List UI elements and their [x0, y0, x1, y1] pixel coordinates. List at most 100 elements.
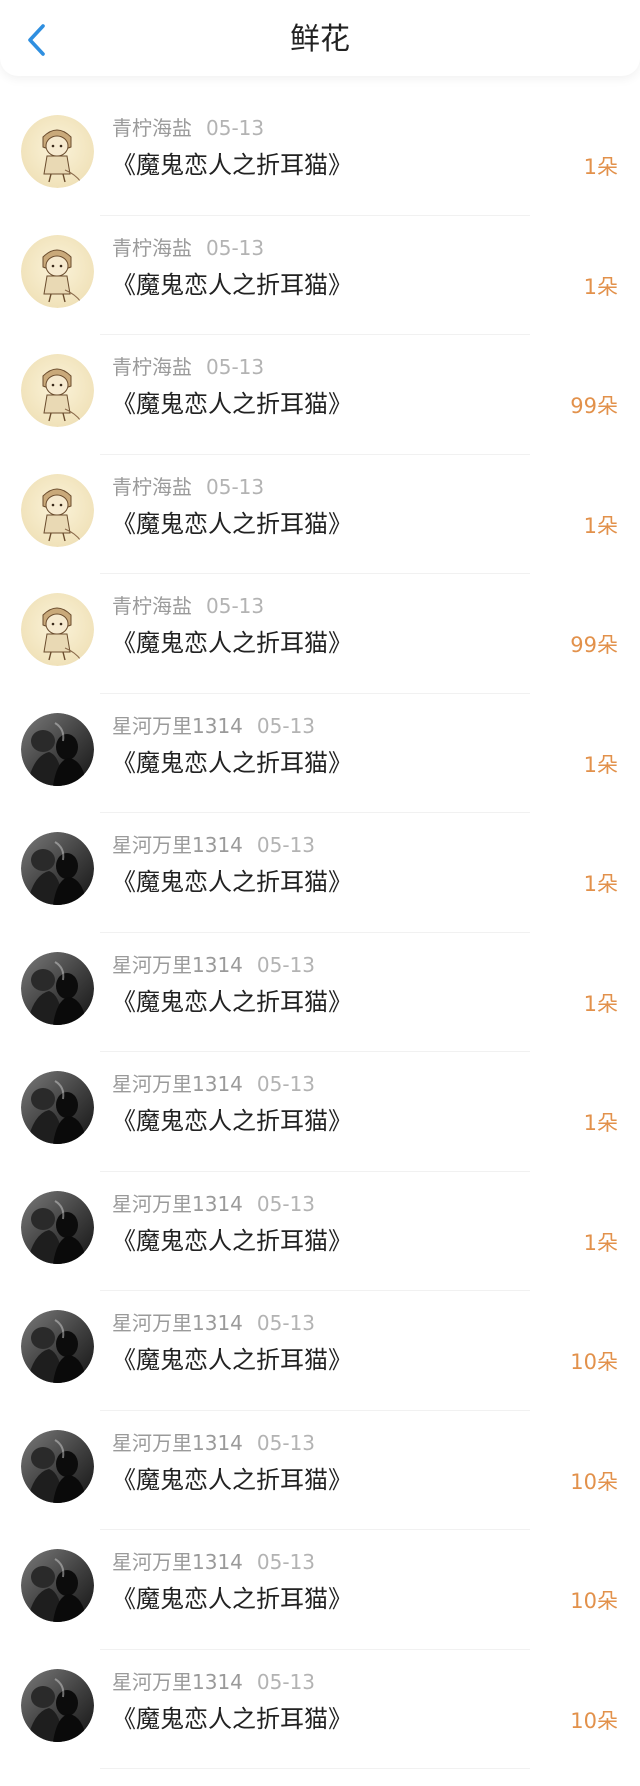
- book-title[interactable]: 《魔鬼恋人之折耳猫》: [112, 1582, 352, 1616]
- date: 05-13: [256, 952, 316, 977]
- date: 05-13: [206, 594, 265, 618]
- anime-boy-avatar[interactable]: [21, 234, 94, 308]
- silhouette-couple-avatar[interactable]: [21, 1190, 94, 1264]
- item-meta: 星河万里1314 05-13: [112, 1070, 315, 1098]
- date: 05-13: [256, 1550, 316, 1574]
- silhouette-couple-avatar[interactable]: [21, 1549, 94, 1622]
- username[interactable]: 青柠海盐: [112, 236, 192, 260]
- item-meta: 星河万里1314 05-13: [112, 831, 315, 859]
- date: 05-13: [206, 235, 265, 260]
- username[interactable]: 星河万里1314: [112, 833, 243, 857]
- flower-count: 1朵: [583, 752, 618, 777]
- silhouette-couple-avatar[interactable]: [21, 951, 94, 1025]
- list-item[interactable]: 星河万里1314 05-13 《魔鬼恋人之折耳猫》 1朵: [0, 1172, 640, 1292]
- username[interactable]: 星河万里1314: [112, 1670, 243, 1694]
- date: 05-13: [256, 1191, 316, 1216]
- book-title[interactable]: 《魔鬼恋人之折耳猫》: [112, 1343, 352, 1377]
- flower-count: 10朵: [570, 1350, 618, 1374]
- username[interactable]: 星河万里1314: [112, 714, 243, 738]
- top-bar: 鲜花: [0, 0, 640, 76]
- list-item[interactable]: 青柠海盐 05-13 《魔鬼恋人之折耳猫》 1朵: [0, 455, 640, 575]
- list-item[interactable]: 星河万里1314 05-13 《魔鬼恋人之折耳猫》 10朵: [0, 1530, 640, 1650]
- item-meta: 星河万里1314 05-13: [112, 951, 315, 979]
- list-item[interactable]: 星河万里1314 05-13 《魔鬼恋人之折耳猫》 10朵: [0, 1411, 640, 1531]
- item-meta: 青柠海盐 05-13: [112, 234, 264, 262]
- book-title[interactable]: 《魔鬼恋人之折耳猫》: [112, 268, 352, 302]
- silhouette-couple-avatar[interactable]: [21, 1310, 94, 1383]
- anime-boy-avatar[interactable]: [21, 115, 94, 188]
- flower-count: 99朵: [570, 394, 618, 418]
- flower-count: 10朵: [570, 1589, 618, 1613]
- flower-count: 1朵: [583, 991, 618, 1016]
- list-item[interactable]: 星河万里1314 05-13 《魔鬼恋人之折耳猫》 10朵: [0, 1650, 640, 1770]
- flower-count: 1朵: [583, 155, 618, 179]
- date: 05-13: [256, 713, 316, 738]
- book-title[interactable]: 《魔鬼恋人之折耳猫》: [112, 1702, 352, 1736]
- username[interactable]: 星河万里1314: [112, 1192, 243, 1216]
- silhouette-couple-avatar[interactable]: [21, 712, 94, 786]
- list-item[interactable]: 青柠海盐 05-13 《魔鬼恋人之折耳猫》 99朵: [0, 574, 640, 694]
- item-meta: 青柠海盐 05-13: [112, 592, 264, 620]
- book-title[interactable]: 《魔鬼恋人之折耳猫》: [112, 1224, 352, 1258]
- book-title[interactable]: 《魔鬼恋人之折耳猫》: [112, 626, 352, 660]
- flower-count: 10朵: [570, 1708, 618, 1733]
- list-item[interactable]: 星河万里1314 05-13 《魔鬼恋人之折耳猫》 1朵: [0, 694, 640, 814]
- date: 05-13: [206, 116, 265, 140]
- list-item[interactable]: 星河万里1314 05-13 《魔鬼恋人之折耳猫》 1朵: [0, 813, 640, 933]
- list-item[interactable]: 星河万里1314 05-13 《魔鬼恋人之折耳猫》 10朵: [0, 1291, 640, 1411]
- book-title[interactable]: 《魔鬼恋人之折耳猫》: [112, 507, 352, 541]
- date: 05-13: [256, 1072, 316, 1096]
- book-title[interactable]: 《魔鬼恋人之折耳猫》: [112, 148, 352, 182]
- date: 05-13: [256, 833, 316, 857]
- flower-count: 1朵: [583, 1111, 618, 1135]
- item-meta: 星河万里1314 05-13: [112, 1309, 315, 1337]
- item-meta: 星河万里1314 05-13: [112, 1429, 315, 1457]
- item-meta: 青柠海盐 05-13: [112, 353, 264, 381]
- username[interactable]: 星河万里1314: [112, 953, 243, 977]
- silhouette-couple-avatar[interactable]: [21, 1429, 94, 1503]
- anime-boy-avatar[interactable]: [21, 354, 94, 427]
- book-title[interactable]: 《魔鬼恋人之折耳猫》: [112, 865, 352, 899]
- flower-count: 1朵: [583, 872, 618, 896]
- silhouette-couple-avatar[interactable]: [21, 1071, 94, 1144]
- book-title[interactable]: 《魔鬼恋人之折耳猫》: [112, 1104, 352, 1138]
- username[interactable]: 青柠海盐: [112, 594, 192, 618]
- username[interactable]: 星河万里1314: [112, 1311, 243, 1335]
- anime-boy-avatar[interactable]: [21, 593, 94, 666]
- book-title[interactable]: 《魔鬼恋人之折耳猫》: [112, 985, 352, 1019]
- item-meta: 青柠海盐 05-13: [112, 114, 264, 142]
- flower-count: 1朵: [583, 513, 618, 538]
- flower-count: 99朵: [570, 633, 618, 657]
- flower-count: 10朵: [570, 1469, 618, 1494]
- item-meta: 星河万里1314 05-13: [112, 1548, 315, 1576]
- book-title[interactable]: 《魔鬼恋人之折耳猫》: [112, 387, 352, 421]
- flower-count: 1朵: [583, 1230, 618, 1255]
- date: 05-13: [256, 1311, 316, 1335]
- item-meta: 青柠海盐 05-13: [112, 473, 264, 501]
- silhouette-couple-avatar[interactable]: [21, 1668, 94, 1742]
- book-title[interactable]: 《魔鬼恋人之折耳猫》: [112, 1463, 352, 1497]
- list-item[interactable]: 青柠海盐 05-13 《魔鬼恋人之折耳猫》 99朵: [0, 335, 640, 455]
- item-meta: 星河万里1314 05-13: [112, 712, 315, 740]
- list-item[interactable]: 青柠海盐 05-13 《魔鬼恋人之折耳猫》 1朵: [0, 216, 640, 336]
- book-title[interactable]: 《魔鬼恋人之折耳猫》: [112, 746, 352, 780]
- list-item[interactable]: 星河万里1314 05-13 《魔鬼恋人之折耳猫》 1朵: [0, 1052, 640, 1172]
- username[interactable]: 星河万里1314: [112, 1072, 243, 1096]
- flower-count: 1朵: [583, 274, 618, 299]
- date: 05-13: [256, 1430, 316, 1455]
- date: 05-13: [256, 1669, 316, 1694]
- list-item[interactable]: 青柠海盐 05-13 《魔鬼恋人之折耳猫》 1朵: [0, 96, 640, 216]
- item-meta: 星河万里1314 05-13: [112, 1190, 315, 1218]
- anime-boy-avatar[interactable]: [21, 473, 94, 547]
- page-title: 鲜花: [290, 22, 350, 57]
- gift-record-list: 青柠海盐 05-13 《魔鬼恋人之折耳猫》 1朵 青柠海盐 05-13 《魔鬼恋人之折耳猫》…: [0, 96, 640, 1769]
- silhouette-couple-avatar[interactable]: [21, 832, 94, 905]
- username[interactable]: 青柠海盐: [112, 355, 192, 379]
- date: 05-13: [206, 474, 265, 499]
- username[interactable]: 青柠海盐: [112, 116, 192, 140]
- username[interactable]: 星河万里1314: [112, 1550, 243, 1574]
- item-meta: 星河万里1314 05-13: [112, 1668, 315, 1696]
- username[interactable]: 星河万里1314: [112, 1431, 243, 1455]
- username[interactable]: 青柠海盐: [112, 475, 192, 499]
- list-item[interactable]: 星河万里1314 05-13 《魔鬼恋人之折耳猫》 1朵: [0, 933, 640, 1053]
